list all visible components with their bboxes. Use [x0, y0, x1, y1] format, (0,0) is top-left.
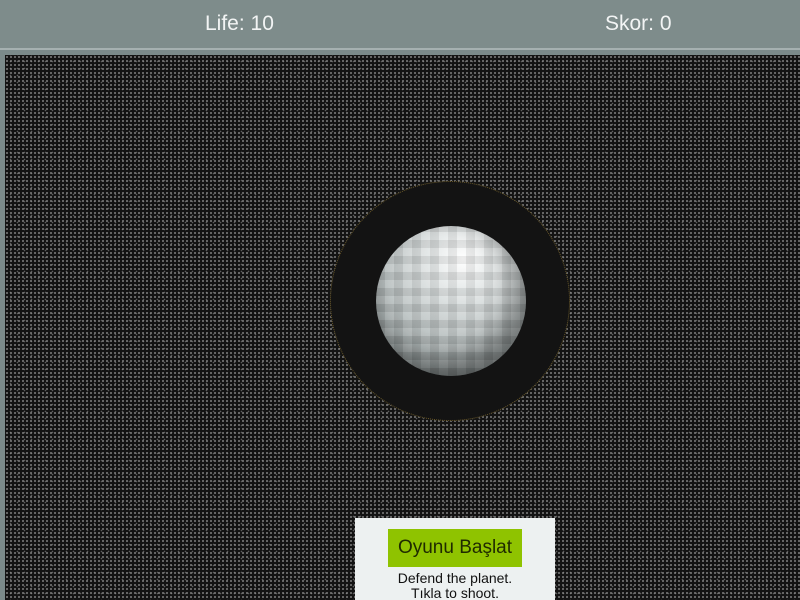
instructions-line-1: Defend the planet.	[397, 570, 513, 586]
instructions: Defend the planet. Tıkla to shoot.	[355, 571, 555, 600]
score-counter: Skor: 0	[605, 12, 672, 35]
planet	[376, 226, 526, 376]
hud-bar: Life: 10 Skor: 0	[0, 0, 800, 50]
life-counter: Life: 10	[205, 12, 274, 35]
start-panel: Oyunu Başlat Defend the planet. Tıkla to…	[355, 518, 555, 600]
start-game-button[interactable]: Oyunu Başlat	[387, 529, 523, 567]
instructions-line-2: Tıkla to shoot.	[411, 585, 499, 600]
